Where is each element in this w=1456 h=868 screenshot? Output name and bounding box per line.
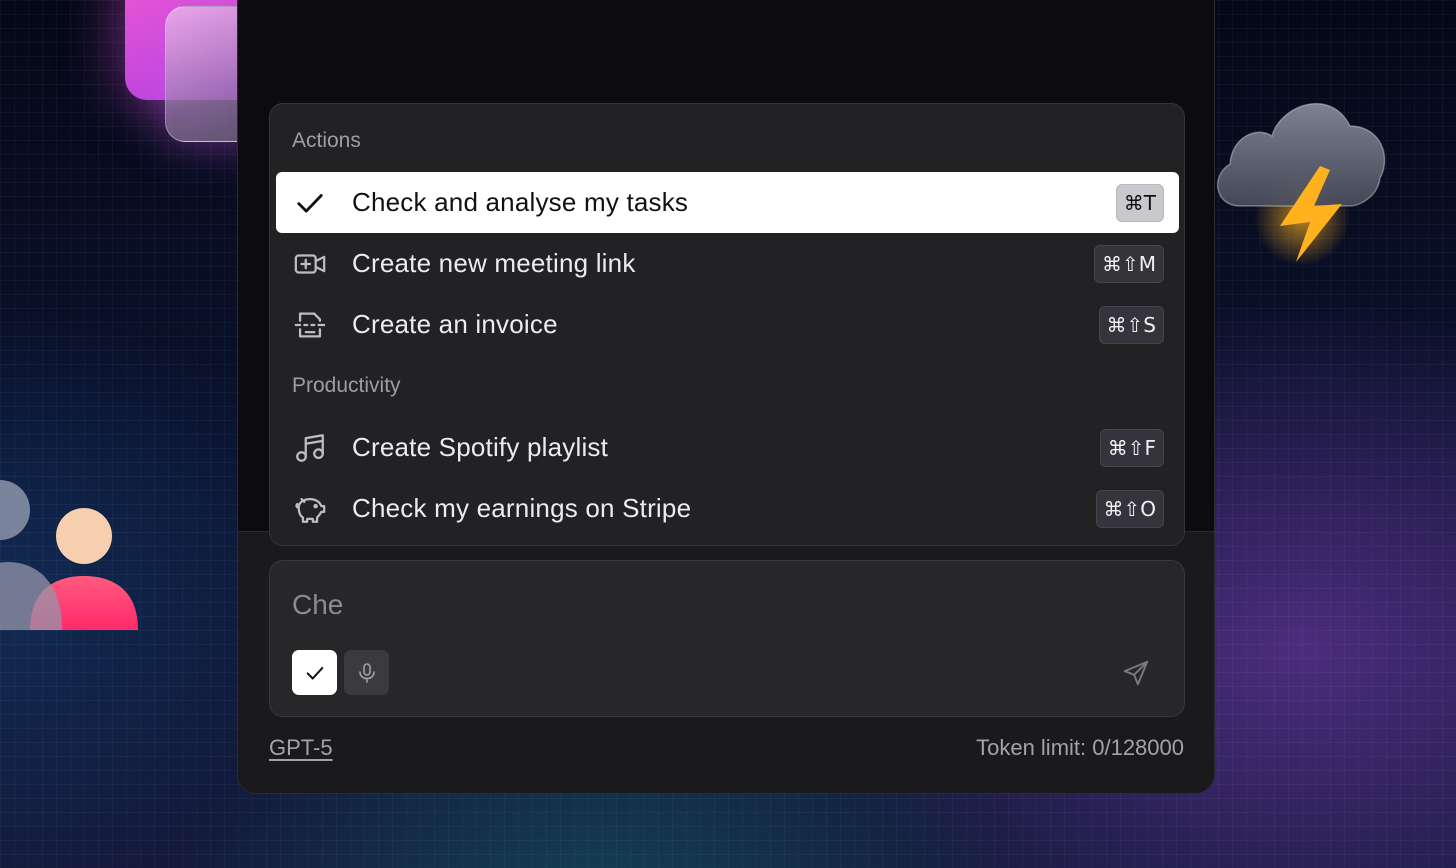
prompt-composer[interactable]: Che [269, 560, 1185, 717]
check-icon [306, 666, 323, 680]
video-plus-icon [290, 244, 330, 284]
send-button[interactable] [1118, 655, 1154, 691]
model-selector-link[interactable]: GPT-5 [269, 735, 333, 761]
send-icon [1123, 660, 1149, 686]
shortcut-badge: ⌘⇧M [1093, 244, 1164, 283]
microphone-icon [358, 662, 375, 683]
menu-item-label: Create Spotify playlist [352, 432, 609, 462]
menu-item-label: Check and analyse my tasks [352, 187, 689, 217]
menu-item-label: Create an invoice [352, 309, 558, 339]
menu-item-label: Check my earnings on Stripe [352, 493, 692, 523]
piggy-bank-icon [290, 489, 330, 529]
menu-item-create-invoice[interactable]: Create an invoice ⌘⇧S [276, 294, 1179, 355]
command-menu: Actions Check and analyse my tasks ⌘T Cr… [269, 103, 1185, 546]
music-note-icon [290, 428, 330, 468]
microphone-button[interactable] [344, 650, 389, 695]
shortcut-badge: ⌘T [1115, 183, 1164, 222]
prompt-input[interactable]: Che [292, 589, 343, 621]
menu-item-meeting-link[interactable]: Create new meeting link ⌘⇧M [276, 233, 1179, 294]
menu-item-stripe-earnings[interactable]: Check my earnings on Stripe ⌘⇧O [276, 478, 1179, 539]
shortcut-badge: ⌘⇧F [1099, 428, 1164, 467]
menu-item-check-tasks[interactable]: Check and analyse my tasks ⌘T [276, 172, 1179, 233]
menu-item-label: Create new meeting link [352, 248, 636, 278]
section-label-actions: Actions [292, 129, 361, 152]
token-limit-text: Token limit: 0/128000 [976, 735, 1184, 760]
invoice-icon [290, 305, 330, 345]
check-icon [290, 183, 330, 223]
users-decoration-icon [0, 480, 138, 630]
thunder-cloud-icon [1216, 102, 1386, 266]
section-label-productivity: Productivity [292, 374, 401, 397]
tasks-tool-button[interactable] [292, 650, 337, 695]
shortcut-badge: ⌘⇧S [1098, 305, 1164, 344]
menu-item-spotify-playlist[interactable]: Create Spotify playlist ⌘⇧F [276, 417, 1179, 478]
shortcut-badge: ⌘⇧O [1095, 489, 1164, 528]
